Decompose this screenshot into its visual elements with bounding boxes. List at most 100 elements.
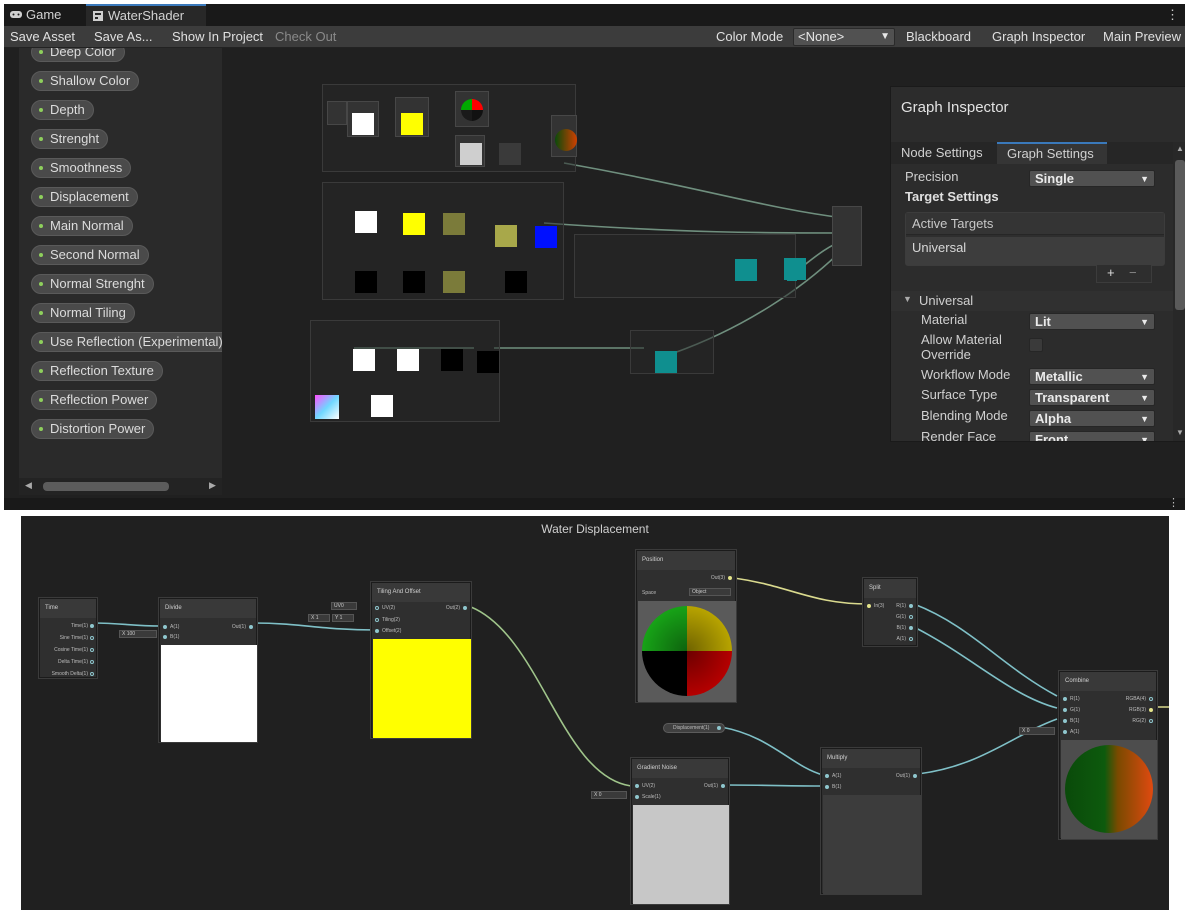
position-node[interactable]: Position Out(3) Space Object [636,550,736,702]
tab-watershader[interactable]: WaterShader [86,4,206,26]
universal-foldout[interactable]: ▼ Universal [891,291,1173,311]
multiply-node[interactable]: Multiply A(1) B(1) Out(1) [821,748,921,894]
input-port-dot[interactable] [375,606,379,610]
output-port-dot[interactable] [909,637,913,641]
blackboard-property[interactable]: Normal Strenght [31,274,154,294]
check-out-button[interactable]: Check Out [275,26,336,48]
overview-group-normal-blend[interactable] [574,234,797,298]
output-port-dot[interactable] [721,784,725,788]
blackboard-property[interactable]: Depth [31,100,94,120]
input-port-dot[interactable] [163,635,167,639]
input-port-dot[interactable] [867,604,871,608]
blackboard-property[interactable]: Normal Tiling [31,303,135,323]
output-port-dot[interactable] [249,625,253,629]
surface-type-dropdown[interactable]: Transparent ▼ [1029,389,1155,406]
mini-node[interactable] [327,101,347,125]
remove-target-button[interactable]: − [1129,265,1137,280]
blackboard-property[interactable]: Second Normal [31,245,149,265]
combine-node[interactable]: Combine R(1) G(1) B(1) A(1) RGBA(4) RGB(… [1059,671,1157,839]
scroll-up-icon[interactable]: ▲ [1176,144,1184,153]
inspector-scrollbar[interactable]: ▲ ▼ [1173,142,1185,441]
blackboard-property[interactable]: Shallow Color [31,71,140,91]
output-port-dot[interactable] [90,624,94,628]
scrollbar-thumb[interactable] [43,482,169,491]
input-port-dot[interactable] [825,785,829,789]
divide-b-field[interactable]: X 100 [119,630,157,638]
input-port-dot[interactable] [1063,697,1067,701]
input-port-dot[interactable] [635,795,639,799]
gradient-scale-field[interactable]: X 0 [591,791,627,799]
show-in-project-button[interactable]: Show In Project [172,26,263,48]
blackboard-property[interactable]: Use Reflection (Experimental) [31,332,222,352]
output-port-dot[interactable] [909,626,913,630]
output-port-dot[interactable] [90,648,94,652]
scroll-left-icon[interactable]: ◀ [25,480,32,491]
blackboard-property[interactable]: Strenght [31,129,109,149]
tiling-x-field[interactable]: X 1 [308,614,330,622]
output-port-dot[interactable] [913,774,917,778]
blackboard-scrollbar[interactable]: ◀ ▶ [19,478,222,495]
overview-group-fresnel[interactable] [630,330,714,374]
input-port-dot[interactable] [1063,708,1067,712]
divide-node[interactable]: Divide A(1) B(1) Out(1) [159,598,257,742]
graph-inspector-toggle-button[interactable]: Graph Inspector [992,26,1085,48]
main-preview-toggle-button[interactable]: Main Preview [1103,26,1181,48]
precision-dropdown[interactable]: Single ▼ [1029,170,1155,187]
allow-override-checkbox[interactable] [1029,338,1043,352]
blackboard-property[interactable]: Reflection Power [31,390,158,410]
mini-master-node[interactable] [832,206,862,266]
blackboard-property[interactable]: Smoothness [31,158,132,178]
blackboard-property[interactable]: Distortion Power [31,419,155,439]
add-target-button[interactable]: + [1107,265,1115,280]
blending-mode-dropdown[interactable]: Alpha ▼ [1029,410,1155,427]
gradient-noise-node[interactable]: Gradient Noise UV(2) Scale(1) Out(1) [631,758,729,904]
output-port-dot[interactable] [90,636,94,640]
save-asset-button[interactable]: Save Asset [10,26,75,48]
input-port-dot[interactable] [1063,719,1067,723]
scroll-down-icon[interactable]: ▼ [1176,428,1184,437]
input-port-dot[interactable] [825,774,829,778]
space-dropdown[interactable]: Object [689,588,731,596]
tab-game[interactable]: Game [4,4,82,26]
blackboard-property[interactable]: Main Normal [31,216,133,236]
output-port-dot[interactable] [1149,697,1153,701]
tab-node-settings[interactable]: Node Settings [891,142,993,164]
material-dropdown[interactable]: Lit ▼ [1029,313,1155,330]
input-port-dot[interactable] [375,618,379,622]
tab-graph-settings[interactable]: Graph Settings [997,142,1107,164]
output-port-dot[interactable] [90,660,94,664]
output-port-dot[interactable] [909,604,913,608]
target-item-universal[interactable]: Universal [906,237,1164,265]
blackboard-property[interactable]: Displacement [31,187,138,207]
blackboard-toggle-button[interactable]: Blackboard [906,26,971,48]
output-port-dot[interactable] [463,606,467,610]
overview-group-reflection[interactable] [310,320,500,422]
blackboard-property[interactable]: Deep Color [31,48,125,62]
overview-group-normals[interactable] [322,182,564,300]
overview-group-water-displacement[interactable] [322,84,577,172]
water-displacement-graph[interactable]: Water Displacement Time Time(1) Sine Tim… [21,516,1169,910]
output-port-dot[interactable] [728,576,732,580]
combine-a-field[interactable]: X 0 [1019,727,1055,735]
window-menu-icon[interactable]: ⋮ [1166,7,1179,23]
lock-icon[interactable]: ⋮ [1168,496,1179,509]
input-port-dot[interactable] [375,629,379,633]
input-port-dot[interactable] [1063,730,1067,734]
output-port-dot[interactable] [90,672,94,676]
uv-channel-field[interactable]: UV0 [331,602,357,610]
time-node[interactable]: Time Time(1) Sine Time(1) Cosine Time(1)… [39,598,97,678]
scrollbar-thumb[interactable] [1175,160,1185,310]
output-port-dot[interactable] [909,615,913,619]
input-port-dot[interactable] [635,784,639,788]
tiling-and-offset-node[interactable]: Tiling And Offset UV(2) Tiling(2) Offset… [371,582,471,738]
output-port-dot[interactable] [1149,708,1153,712]
color-mode-dropdown[interactable]: <None> ▼ [793,28,895,46]
blackboard-property[interactable]: Reflection Texture [31,361,163,381]
input-port-dot[interactable] [163,625,167,629]
tiling-y-field[interactable]: Y 1 [332,614,354,622]
workflow-dropdown[interactable]: Metallic ▼ [1029,368,1155,385]
render-face-dropdown[interactable]: Front ▼ [1029,431,1155,441]
save-as-button[interactable]: Save As... [94,26,153,48]
split-node[interactable]: Split In(3) R(1) G(1) B(1) A(1) [863,578,917,646]
output-port-dot[interactable] [1149,719,1153,723]
